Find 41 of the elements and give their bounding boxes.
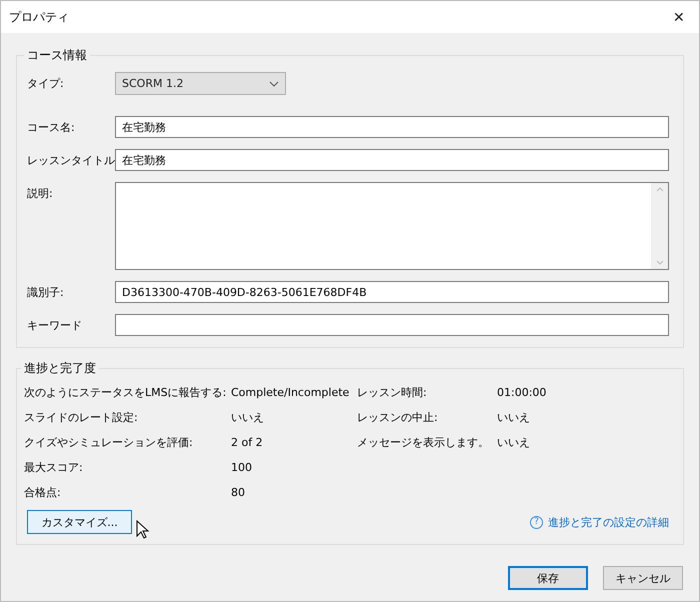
text-field[interactable]: D3613300-470B-409D-8263-5061E768DF4B [115,281,669,303]
setting-value: 2 of 2 [231,435,263,451]
setting-value: 100 [231,460,252,476]
save-button[interactable]: 保存 [508,566,588,590]
setting-label: スライドのレート設定: [24,410,138,426]
customize-button[interactable]: カスタマイズ... [27,510,132,534]
scrollbar[interactable] [651,183,668,269]
scroll-up-icon[interactable] [656,187,664,192]
setting-label: 最大スコア: [24,460,83,476]
setting-value: 80 [231,485,245,501]
field-label: キーワード [27,318,82,332]
setting-label: クイズやシミュレーションを評価: [24,435,193,451]
chevron-down-icon [269,80,279,86]
setting-label: 合格点: [24,485,61,501]
window-title: プロパティ [9,8,69,26]
text-field[interactable]: 在宅勤務 [115,116,669,138]
text-field[interactable]: 在宅勤務 [115,149,669,171]
field-label: コース名: [27,120,75,134]
field-label: タイプ: [27,76,64,91]
field-label: 識別子: [27,284,64,300]
text-field[interactable] [115,314,669,336]
help-link[interactable]: 進捗と完了の設定の詳細 [548,514,669,530]
setting-value: いいえ [497,410,530,426]
setting-value: いいえ [231,410,264,426]
group-title: 進捗と完了度 [23,360,97,377]
type-dropdown[interactable]: SCORM 1.2 [115,72,286,95]
mouse-cursor-icon [136,520,150,540]
scroll-down-icon[interactable] [656,260,664,265]
description-field[interactable] [115,182,669,270]
setting-label: レッスンの中止: [357,410,438,426]
field-label: レッスンタイトル [27,152,115,168]
close-button[interactable]: ✕ [659,1,699,33]
field-label: 説明: [27,186,53,201]
setting-value: Complete/Incomplete [231,385,350,401]
setting-value: 01:00:00 [497,385,546,401]
setting-label: レッスン時間: [357,385,427,401]
group-title: コース情報 [26,47,88,64]
cancel-button[interactable]: キャンセル [603,566,683,590]
setting-value: いいえ [497,435,530,451]
setting-label: 次のようにステータスをLMSに報告する: [24,385,226,401]
setting-label: メッセージを表示します。 [357,435,489,451]
